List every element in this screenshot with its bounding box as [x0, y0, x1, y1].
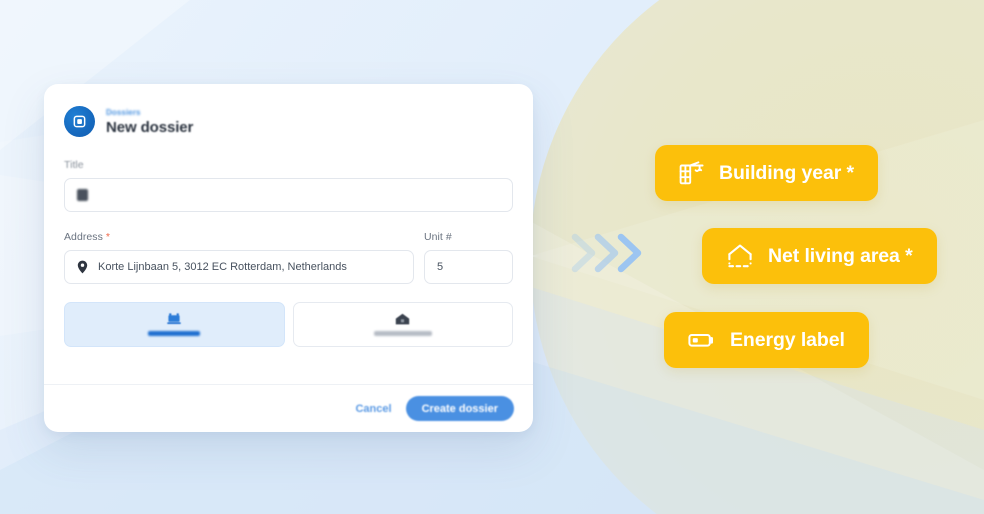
dialog-footer: Cancel Create dossier [44, 384, 533, 432]
chevron-arrows [570, 228, 650, 278]
unit-input[interactable]: 5 [424, 250, 513, 284]
location-pin-icon [77, 260, 88, 274]
breadcrumb-eyebrow: Dossiers [106, 107, 141, 117]
title-label: Title [64, 159, 84, 171]
badge-net-living-area[interactable]: Net living area * [702, 228, 937, 284]
house-option-label-redacted [373, 331, 432, 336]
address-input[interactable]: Korte Lijnbaan 5, 3012 EC Rotterdam, Net… [64, 250, 414, 284]
badge-building-year[interactable]: Building year * [655, 145, 879, 201]
cancel-button[interactable]: Cancel [355, 403, 391, 415]
title-input[interactable] [64, 178, 513, 212]
dialog-body: Dossiers New dossier Title Address * Kor… [44, 84, 533, 384]
address-field-group: Address * Korte Lijnbaan 5, 3012 EC Rott… [64, 231, 414, 284]
house-outline-dashed-icon [726, 243, 754, 269]
badge-net-living-area-label: Net living area * [768, 244, 913, 267]
property-type-apartment-option[interactable] [64, 302, 285, 347]
address-required-marker: * [105, 231, 110, 243]
dialog-header: Dossiers New dossier [64, 106, 513, 137]
apartment-option-label-redacted [148, 331, 201, 336]
house-icon [395, 313, 410, 326]
title-field-group: Title [64, 159, 513, 212]
badge-energy-label[interactable]: Energy label [664, 312, 869, 368]
unit-field-group: Unit # 5 [424, 231, 513, 284]
redacted-text-glyph-icon [77, 189, 88, 201]
address-input-value: Korte Lijnbaan 5, 3012 EC Rotterdam, Net… [98, 261, 347, 273]
dialog-header-text: Dossiers New dossier [106, 108, 193, 136]
create-dossier-button[interactable]: Create dossier [405, 396, 514, 421]
address-label: Address * [64, 231, 414, 243]
new-dossier-dialog: Dossiers New dossier Title Address * Kor… [44, 84, 533, 432]
page-title: New dossier [106, 118, 194, 136]
unit-input-value: 5 [437, 261, 444, 273]
dossier-logo-icon [64, 106, 95, 137]
property-type-house-option[interactable] [292, 302, 513, 347]
apartment-building-icon [167, 313, 182, 326]
battery-icon [688, 330, 716, 350]
address-label-text: Address [64, 231, 103, 243]
unit-label: Unit # [424, 231, 452, 243]
property-type-toggle [64, 302, 513, 347]
crane-icon [679, 161, 705, 185]
address-row: Address * Korte Lijnbaan 5, 3012 EC Rott… [64, 231, 513, 284]
badge-energy-label-label: Energy label [730, 328, 845, 351]
badge-building-year-label: Building year * [719, 161, 855, 184]
